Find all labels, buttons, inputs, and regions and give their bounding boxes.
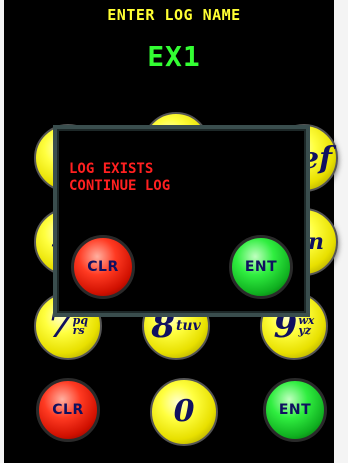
dialog-clear-button[interactable]: CLR [71,235,135,299]
key-0[interactable]: 0 [150,378,218,446]
clear-button[interactable]: CLR [36,378,100,442]
enter-button-label: ENT [278,402,312,418]
enter-button[interactable]: ENT [263,378,327,442]
key-0-digit: 0 [173,394,195,429]
key-6-letters: n [308,229,324,255]
key-7-letters-bottom: rs [72,324,85,337]
key-8-letters: tuv [175,317,201,334]
key-7-letters: pq rs [72,315,88,337]
dialog-enter-label: ENT [244,259,278,275]
clear-button-label: CLR [52,402,84,418]
dialog-enter-button[interactable]: ENT [229,235,293,299]
dialog-message-line-2: CONTINUE LOG [69,178,171,194]
log-exists-dialog: LOG EXISTS CONTINUE LOG CLR ENT [53,125,310,317]
dialog-message-line-1: LOG EXISTS [69,161,154,177]
key-9-letters: wx yz [298,315,314,337]
page-title: ENTER LOG NAME [107,6,241,24]
key-9-letters-bottom: yz [298,324,311,337]
log-name-display: EX1 [147,40,201,73]
dialog-clear-label: CLR [87,259,119,275]
